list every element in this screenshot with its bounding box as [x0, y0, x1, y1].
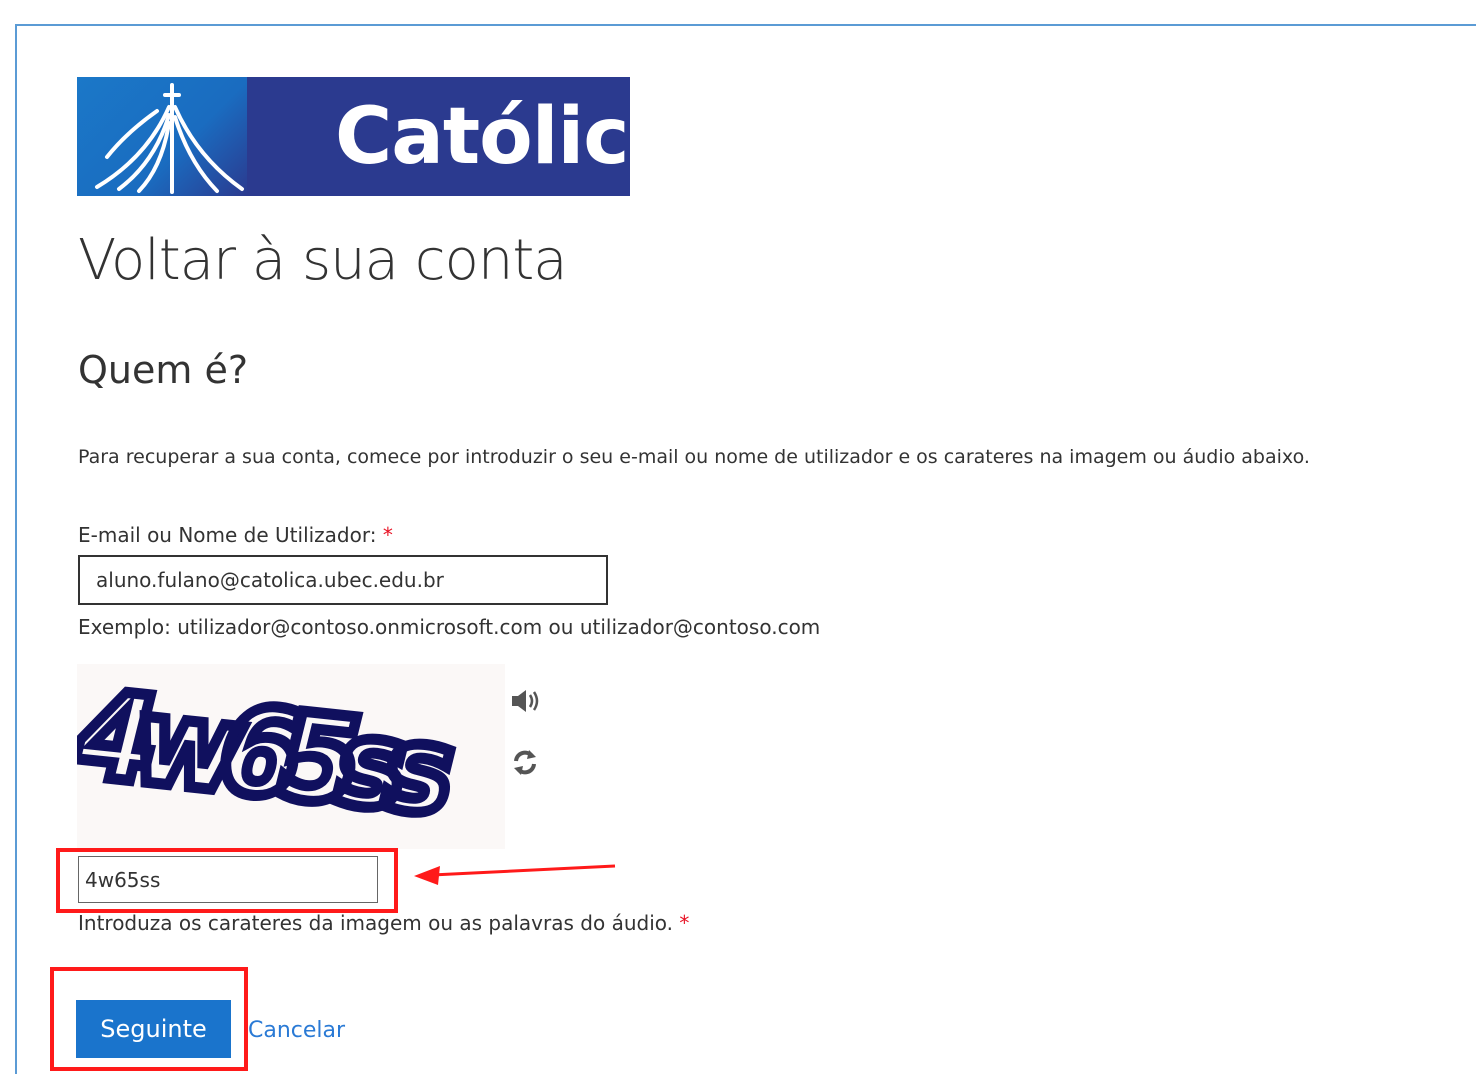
email-example-hint: Exemplo: utilizador@contoso.onmicrosoft.… [78, 615, 821, 639]
email-label-text: E-mail ou Nome de Utilizador: [78, 523, 383, 547]
cancel-link[interactable]: Cancelar [248, 1018, 345, 1043]
cathedral-logo-mark [77, 77, 247, 196]
captcha-label-text: Introduza os carateres da imagem ou as p… [78, 911, 680, 935]
required-marker: * [382, 523, 393, 547]
page-title: Voltar à sua conta [78, 228, 568, 293]
email-input[interactable] [78, 555, 608, 605]
email-label: E-mail ou Nome de Utilizador: * [78, 523, 393, 547]
next-highlight-box [50, 967, 248, 1071]
logo-text: Católica [335, 92, 630, 182]
pointer-arrow-icon [414, 864, 616, 885]
speaker-icon[interactable] [508, 684, 542, 718]
refresh-icon[interactable] [508, 745, 542, 779]
captcha-image: 4w65ss [77, 664, 505, 849]
required-marker: * [679, 911, 690, 935]
catolica-logo: Católica [77, 77, 630, 196]
instructions-text: Para recuperar a sua conta, comece por i… [78, 446, 1310, 468]
captcha-image-text: 4w65ss [77, 665, 466, 841]
captcha-label: Introduza os carateres da imagem ou as p… [78, 911, 689, 935]
page-subtitle: Quem é? [78, 348, 249, 392]
captcha-highlight-box [56, 848, 398, 913]
